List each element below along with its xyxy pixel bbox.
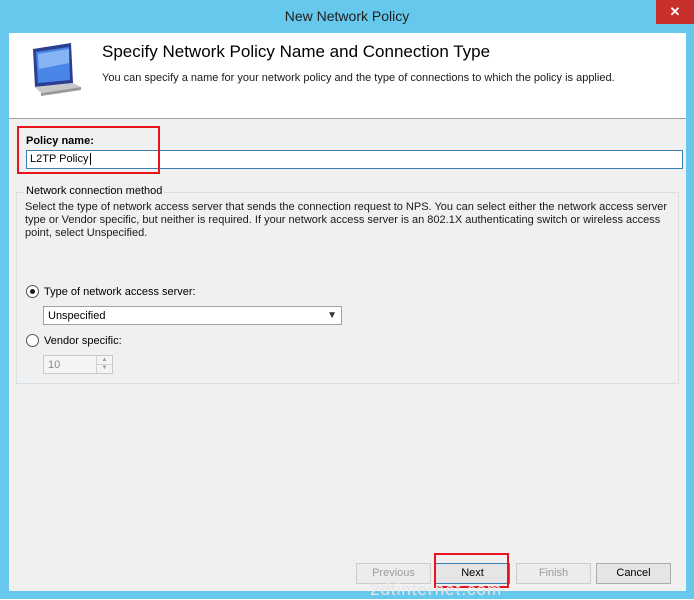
- server-type-selected: Unspecified: [48, 310, 106, 322]
- policy-name-highlight: [17, 126, 160, 174]
- radio-checked-icon: [26, 285, 39, 298]
- stepper-buttons: ▲ ▼: [96, 356, 112, 373]
- vendor-specific-radio[interactable]: Vendor specific:: [26, 334, 122, 347]
- window-frame-left: [0, 33, 9, 599]
- cancel-button[interactable]: Cancel: [596, 563, 671, 584]
- page-title: Specify Network Policy Name and Connecti…: [102, 42, 491, 61]
- window-title: New Network Policy: [284, 8, 410, 24]
- finish-button[interactable]: Finish: [516, 563, 591, 584]
- type-of-server-label: Type of network access server:: [44, 285, 196, 298]
- wizard-footer: Previous Next Finish Cancel: [9, 547, 686, 591]
- stepper-down-icon: ▼: [101, 365, 108, 371]
- window-frame-right: [686, 33, 694, 599]
- wizard-header: Specify Network Policy Name and Connecti…: [9, 33, 686, 118]
- vendor-specific-stepper: 10 ▲ ▼: [43, 355, 113, 374]
- close-button[interactable]: ✕: [656, 0, 694, 24]
- computer-monitor-icon: [33, 43, 81, 96]
- chevron-down-icon: ▼: [327, 310, 337, 321]
- radio-unchecked-icon: [26, 334, 39, 347]
- vendor-specific-label: Vendor specific:: [44, 334, 122, 347]
- server-type-dropdown[interactable]: Unspecified ▼: [43, 306, 342, 325]
- title-bar: New Network Policy ✕: [0, 0, 694, 33]
- connection-method-description: Select the type of network access server…: [25, 201, 668, 239]
- wizard-content: Policy name: L2TP Policy Network connect…: [9, 119, 686, 547]
- window-frame-bottom: [0, 591, 694, 599]
- watermark: 2dtinternet.com: [370, 580, 503, 599]
- type-of-server-radio[interactable]: Type of network access server:: [26, 285, 196, 298]
- page-description: You can specify a name for your network …: [102, 72, 615, 84]
- vendor-specific-value: 10: [48, 359, 61, 371]
- connection-method-legend: Network connection method: [24, 185, 165, 197]
